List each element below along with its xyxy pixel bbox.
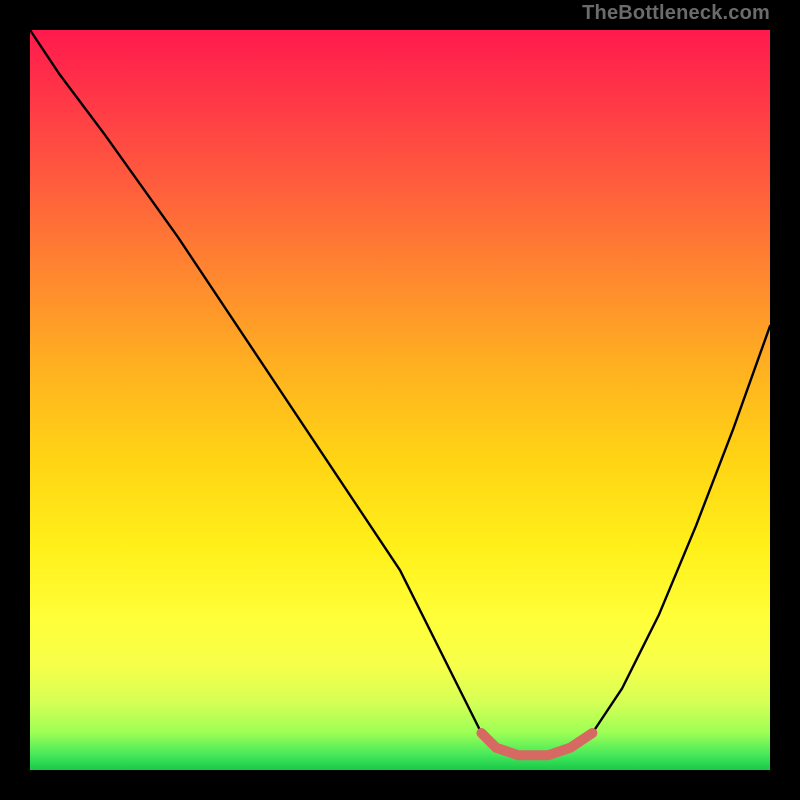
plot-area <box>30 30 770 770</box>
curve-layer <box>30 30 770 770</box>
watermark-text: TheBottleneck.com <box>582 2 770 25</box>
valley-highlight <box>481 733 592 755</box>
bottleneck-curve <box>30 30 770 755</box>
chart-frame: TheBottleneck.com <box>0 0 800 800</box>
